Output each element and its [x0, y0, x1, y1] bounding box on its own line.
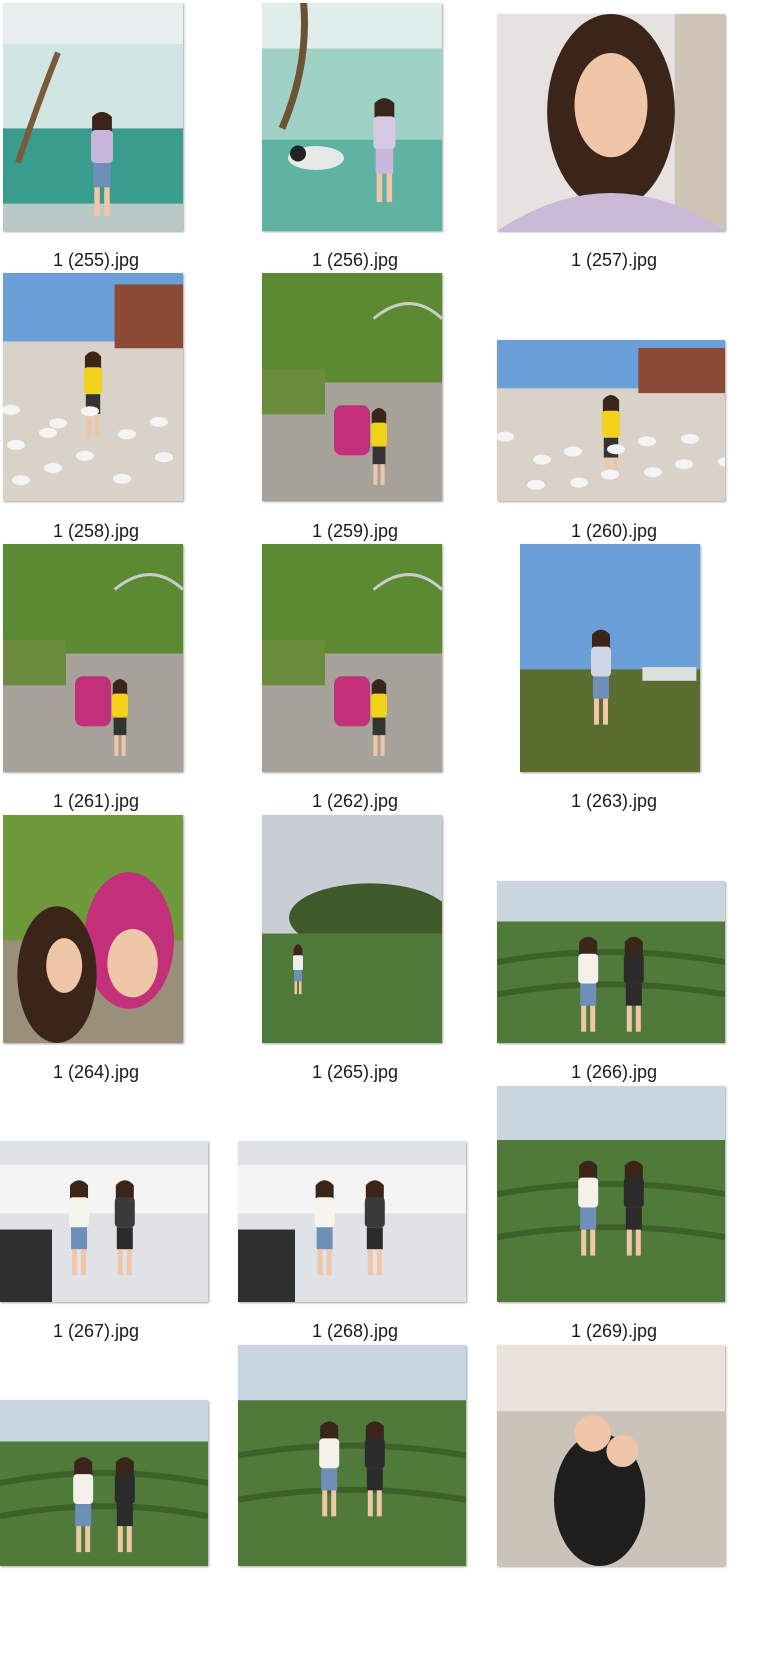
- image-thumbnail[interactable]: [0, 1400, 208, 1566]
- image-thumbnail[interactable]: [520, 544, 700, 772]
- image-thumbnail[interactable]: [497, 340, 725, 501]
- file-name-label[interactable]: 1 (264).jpg: [0, 1062, 216, 1083]
- image-thumbnail[interactable]: [238, 1345, 466, 1566]
- image-thumbnail[interactable]: [262, 815, 442, 1043]
- image-thumbnail[interactable]: [262, 3, 442, 231]
- image-thumbnail[interactable]: [3, 273, 183, 501]
- image-thumbnail[interactable]: [497, 1086, 725, 1302]
- file-name-label[interactable]: 1 (266).jpg: [494, 1062, 734, 1083]
- file-name-label[interactable]: 1 (265).jpg: [235, 1062, 475, 1083]
- file-name-label[interactable]: 1 (263).jpg: [494, 791, 734, 812]
- file-name-label[interactable]: 1 (261).jpg: [0, 791, 216, 812]
- file-name-label[interactable]: 1 (258).jpg: [0, 521, 216, 542]
- file-name-label[interactable]: 1 (255).jpg: [0, 250, 216, 271]
- file-name-label[interactable]: 1 (256).jpg: [235, 250, 475, 271]
- image-thumbnail[interactable]: [238, 1141, 466, 1302]
- image-thumbnail[interactable]: [262, 273, 442, 501]
- file-name-label[interactable]: 1 (269).jpg: [494, 1321, 734, 1342]
- file-name-label[interactable]: 1 (262).jpg: [235, 791, 475, 812]
- image-thumbnail[interactable]: [3, 3, 183, 231]
- image-thumbnail[interactable]: [0, 1141, 208, 1302]
- image-thumbnail[interactable]: [497, 881, 725, 1043]
- image-thumbnail[interactable]: [3, 544, 183, 772]
- image-thumbnail[interactable]: [497, 14, 725, 231]
- image-thumbnail[interactable]: [262, 544, 442, 772]
- file-grid: 1 (255).jpg 1 (256).jpg 1 (257).jpg 1 (2…: [0, 0, 781, 1680]
- file-name-label[interactable]: 1 (267).jpg: [0, 1321, 216, 1342]
- image-thumbnail[interactable]: [3, 815, 183, 1043]
- file-name-label[interactable]: 1 (268).jpg: [235, 1321, 475, 1342]
- file-name-label[interactable]: 1 (260).jpg: [494, 521, 734, 542]
- image-thumbnail[interactable]: [497, 1345, 725, 1566]
- file-name-label[interactable]: 1 (259).jpg: [235, 521, 475, 542]
- file-name-label[interactable]: 1 (257).jpg: [494, 250, 734, 271]
